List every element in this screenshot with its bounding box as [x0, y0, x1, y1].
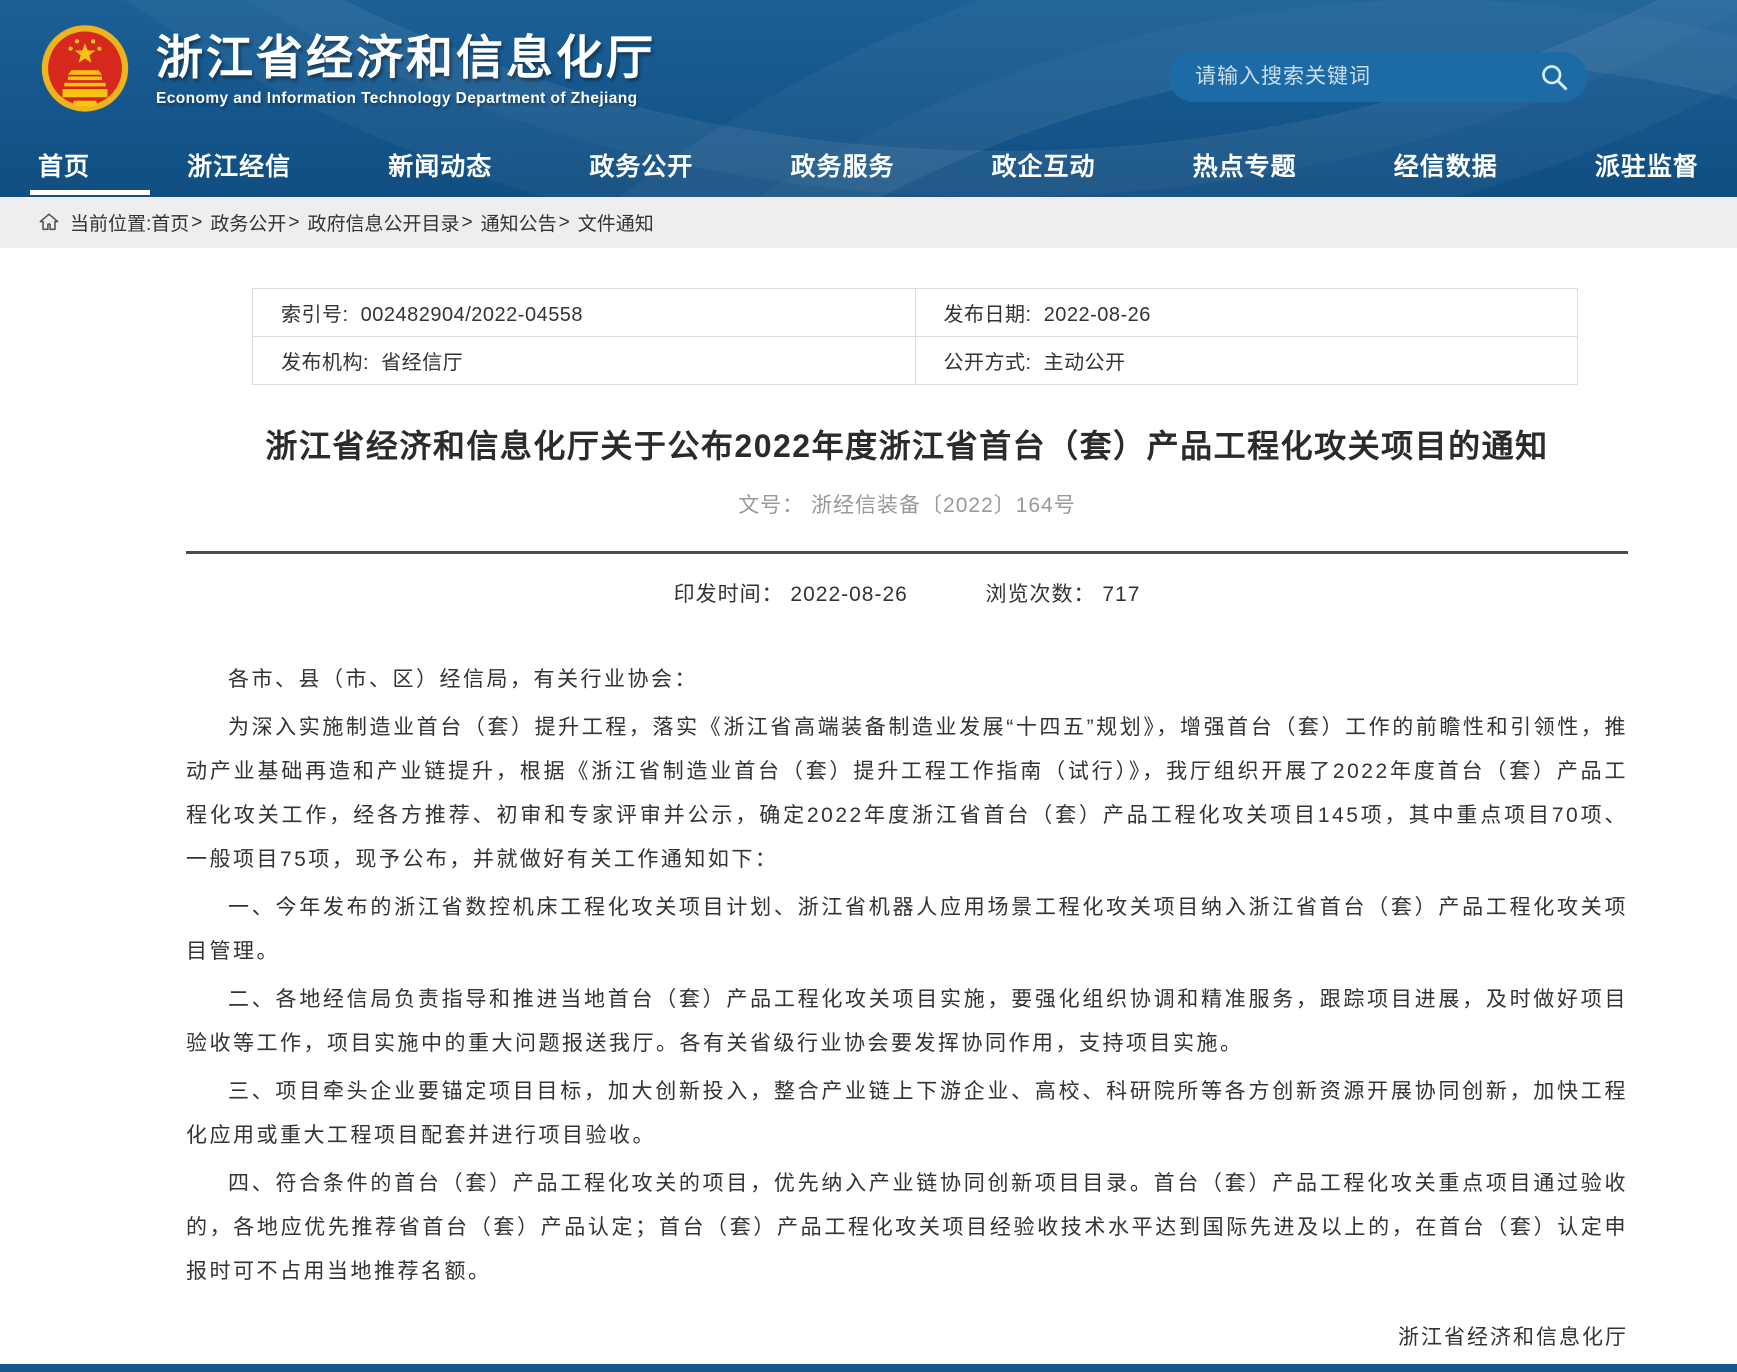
footer-strip [0, 1364, 1737, 1372]
doc-paragraph-item-1: 一、今年发布的浙江省数控机床工程化攻关项目计划、浙江省机器人应用场景工程化攻关项… [186, 886, 1628, 974]
breadcrumb-separator: > [288, 212, 299, 234]
print-views-line: 印发时间： 2022-08-26 浏览次数： 717 [186, 578, 1628, 608]
nav-item-zhejiang-jingxin[interactable]: 浙江经信 [185, 143, 293, 195]
document-main: 索引号: 002482904/2022-04558 发布日期: 2022-08-… [0, 288, 1737, 1372]
breadcrumb-prefix: 当前位置: [70, 209, 151, 236]
meta-openmode-label: 公开方式: [944, 352, 1032, 374]
meta-pubdate-label: 发布日期: [944, 304, 1032, 326]
signature-agency: 浙江省经济和信息化厅 [186, 1316, 1628, 1360]
breadcrumb-item-gov-open[interactable]: 政务公开 [210, 209, 286, 236]
national-emblem-logo[interactable] [40, 20, 130, 124]
search-icon [1539, 62, 1569, 92]
nav-item-home[interactable]: 首页 [36, 143, 92, 195]
doc-meta-table: 索引号: 002482904/2022-04558 发布日期: 2022-08-… [252, 288, 1578, 385]
doc-paragraph-intro: 为深入实施制造业首台（套）提升工程，落实《浙江省高端装备制造业发展“十四五”规划… [186, 706, 1628, 882]
site-header: 浙江省经济和信息化厅 Economy and Information Techn… [0, 0, 1737, 197]
doc-number-label: 文号： [738, 494, 804, 517]
page: 浙江省经济和信息化厅 Economy and Information Techn… [0, 0, 1737, 1372]
nav-item-gov-affairs-open[interactable]: 政务公开 [587, 143, 695, 195]
header-row: 浙江省经济和信息化厅 Economy and Information Techn… [0, 0, 1737, 140]
nav-item-dispatch-supervision[interactable]: 派驻监督 [1593, 143, 1701, 195]
nav-item-jingxin-data[interactable]: 经信数据 [1392, 143, 1500, 195]
meta-agency-label: 发布机构: [281, 352, 369, 374]
breadcrumb-item-file-notice[interactable]: 文件通知 [578, 209, 654, 236]
breadcrumb-item-home[interactable]: 首页 [151, 209, 189, 236]
doc-paragraph-salutation: 各市、县（市、区）经信局，有关行业协会： [186, 658, 1628, 702]
table-row: 索引号: 002482904/2022-04558 发布日期: 2022-08-… [253, 289, 1578, 337]
breadcrumb-separator: > [462, 212, 473, 234]
meta-openmode-value: 主动公开 [1044, 352, 1126, 374]
meta-cell-agency: 发布机构: 省经信厅 [253, 337, 916, 385]
title-divider [186, 551, 1628, 554]
breadcrumb-separator: > [559, 212, 570, 234]
print-time-label: 印发时间： [674, 583, 784, 606]
search-input[interactable] [1193, 64, 1529, 90]
doc-number-line: 文号： 浙经信装备〔2022〕164号 [186, 489, 1628, 519]
views-label: 浏览次数： [986, 583, 1096, 606]
nav-item-hot-topics[interactable]: 热点专题 [1191, 143, 1299, 195]
doc-number-value: 浙经信装备〔2022〕164号 [811, 494, 1076, 517]
meta-pubdate-value: 2022-08-26 [1044, 304, 1151, 326]
breadcrumb-item-notices[interactable]: 通知公告 [481, 209, 557, 236]
meta-cell-pubdate: 发布日期: 2022-08-26 [915, 289, 1578, 337]
page-title: 浙江省经济和信息化厅关于公布2022年度浙江省首台（套）产品工程化攻关项目的通知 [186, 423, 1628, 469]
table-row: 发布机构: 省经信厅 公开方式: 主动公开 [253, 337, 1578, 385]
meta-cell-openmode: 公开方式: 主动公开 [915, 337, 1578, 385]
main-nav: 首页 浙江经信 新闻动态 政务公开 政务服务 政企互动 热点专题 经信数据 派驻… [0, 140, 1737, 197]
doc-paragraph-item-2: 二、各地经信局负责指导和推进当地首台（套）产品工程化攻关项目实施，要强化组织协调… [186, 978, 1628, 1066]
search-button[interactable] [1539, 62, 1569, 92]
site-title: 浙江省经济和信息化厅 [156, 32, 656, 84]
doc-body: 各市、县（市、区）经信局，有关行业协会： 为深入实施制造业首台（套）提升工程，落… [186, 658, 1628, 1294]
meta-agency-value: 省经信厅 [381, 352, 463, 374]
print-time-value: 2022-08-26 [790, 583, 907, 606]
breadcrumb-item-info-catalog[interactable]: 政府信息公开目录 [308, 209, 460, 236]
meta-index-label: 索引号: [281, 304, 349, 326]
breadcrumb-separator: > [191, 212, 202, 234]
search-box [1169, 52, 1587, 102]
meta-index-value: 002482904/2022-04558 [361, 304, 583, 326]
nav-item-news[interactable]: 新闻动态 [386, 143, 494, 195]
meta-cell-index: 索引号: 002482904/2022-04558 [253, 289, 916, 337]
site-title-group: 浙江省经济和信息化厅 Economy and Information Techn… [156, 32, 656, 109]
home-icon [38, 211, 60, 233]
doc-paragraph-item-4: 四、符合条件的首台（套）产品工程化攻关的项目，优先纳入产业链协同创新项目目录。首… [186, 1162, 1628, 1294]
site-subtitle: Economy and Information Technology Depar… [156, 90, 656, 108]
views-count: 717 [1102, 583, 1140, 606]
nav-item-gov-services[interactable]: 政务服务 [788, 143, 896, 195]
doc-paragraph-item-3: 三、项目牵头企业要锚定项目目标，加大创新投入，整合产业链上下游企业、高校、科研院… [186, 1070, 1628, 1158]
nav-item-gov-enterprise[interactable]: 政企互动 [990, 143, 1098, 195]
breadcrumb: 当前位置: 首页 > 政务公开 > 政府信息公开目录 > 通知公告 > 文件通知 [0, 197, 1737, 248]
